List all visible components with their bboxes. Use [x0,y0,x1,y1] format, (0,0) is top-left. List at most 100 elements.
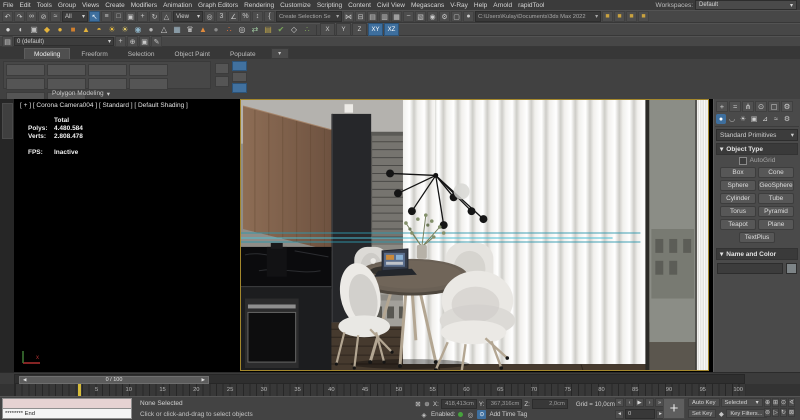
menu-rendering[interactable]: Rendering [241,2,277,9]
export-file-icon[interactable]: ■ [614,11,625,22]
absolute-mode-icon[interactable]: ⊕ [423,400,431,408]
schematic-view-icon[interactable]: ▧ [415,11,426,22]
corona-light-icon[interactable]: ◆ [41,24,53,36]
menu-animation[interactable]: Animation [160,2,195,9]
menu-file[interactable]: File [0,2,16,9]
workspaces-dropdown[interactable]: Default ▾ [695,0,797,10]
obj-btn-plane[interactable]: Plane [758,219,794,230]
helpers-category-icon[interactable]: ⊿ [760,114,770,124]
mesh-icon[interactable]: △ [158,24,170,36]
ribbon-overflow-button[interactable]: ▾ [271,48,289,59]
diamond-tool-icon[interactable]: ◇ [288,24,300,36]
menu-tools[interactable]: Tools [34,2,55,9]
add-selection-to-layer-icon[interactable]: ⊕ [127,36,138,47]
menu-group[interactable]: Group [55,2,79,9]
obj-btn-pyramid[interactable]: Pyramid [758,206,794,217]
status-circle-icon[interactable]: ◎ [466,411,474,419]
select-and-rotate-icon[interactable]: ↻ [149,11,160,22]
orbit-icon[interactable]: ↻ [780,408,787,417]
x-coordinate-field[interactable]: 418,413cm [441,399,477,409]
rendered-frame-window-icon[interactable]: ▢ [451,11,462,22]
edit-named-sets-icon[interactable]: { [264,11,275,22]
ribbon-tab-selection[interactable]: Selection [119,49,164,59]
selection-set-dropdown[interactable]: Selected ▾ [721,398,763,407]
ribbon-button[interactable] [232,72,247,82]
menu-views[interactable]: Views [79,2,102,9]
snap-toggle-icon[interactable]: 3 [216,11,227,22]
menu-v-ray[interactable]: V-Ray [447,2,471,9]
create-panel-tab-icon[interactable]: + [716,101,728,112]
hierarchy-panel-tab-icon[interactable]: ⋔ [742,101,754,112]
ribbon-toggle-icon[interactable]: ▦ [391,11,402,22]
obj-btn-geosphere[interactable]: GeoSphere [758,180,794,191]
ribbon-button[interactable] [129,64,168,76]
scatter-icon[interactable]: ∴ [223,24,235,36]
obj-btn-cylinder[interactable]: Cylinder [720,193,756,204]
macro-recorder-pane[interactable] [2,398,132,409]
ribbon-group-caption[interactable]: Polygon Modeling ▾ [52,90,110,98]
menu-help[interactable]: Help [471,2,490,9]
select-object-icon[interactable]: ↖ [89,11,100,22]
flame-icon[interactable]: ▲ [197,24,209,36]
ribbon-button[interactable] [88,78,127,90]
object-name-field[interactable] [717,263,783,274]
current-frame-field[interactable]: 0 [625,409,655,419]
viewport[interactable]: [ + ] [ Corona Camera004 ] [ Standard ] … [14,99,713,372]
time-slider-handle[interactable]: ◀ 0 / 100 ▶ [19,376,209,384]
obj-btn-box[interactable]: Box [720,167,756,178]
use-pivot-center-icon[interactable]: ◎ [204,11,215,22]
select-and-move-icon[interactable]: + [137,11,148,22]
material-editor-icon[interactable]: ◉ [427,11,438,22]
align-icon[interactable]: ⊟ [355,11,366,22]
axis-z-button[interactable]: Z [352,23,367,36]
previous-frame-button[interactable]: ‹ [625,398,634,407]
menu-megascans[interactable]: Megascans [408,2,447,9]
track-bar[interactable]: 5101520253035404550556065707580859095100 [0,384,800,396]
menu-modifiers[interactable]: Modifiers [128,2,160,9]
proxy-icon[interactable]: ▦ [171,24,183,36]
obj-btn-tube[interactable]: Tube [758,193,794,204]
menu-rapidtool[interactable]: rapidTool [515,2,547,9]
render-production-icon[interactable]: ● [463,11,474,22]
geometry-category-icon[interactable]: ● [716,114,726,124]
corona-sphere-light-icon[interactable]: ● [54,24,66,36]
ribbon-tab-freeform[interactable]: Freeform [72,49,116,59]
menu-scripting[interactable]: Scripting [314,2,345,9]
previous-frame-nub[interactable]: ◀ [23,377,26,383]
object-color-swatch[interactable] [786,263,797,274]
spacewarps-category-icon[interactable]: ≈ [771,114,781,124]
menu-edit[interactable]: Edit [16,2,33,9]
scene-explorer-icon[interactable]: ▤ [367,11,378,22]
frame-down-button[interactable]: ◂ [615,410,624,419]
listener-pane[interactable]: ******** End [2,409,132,419]
next-frame-nub[interactable]: ▶ [202,377,205,383]
ribbon-tab-modeling[interactable]: Modeling [24,48,70,59]
undo-icon[interactable]: ↶ [2,11,13,22]
hdri-environment-icon[interactable]: ◉ [132,24,144,36]
window-crossing-icon[interactable]: ▣ [125,11,136,22]
selection-lock-icon[interactable]: ⊠ [414,400,422,408]
ribbon-tab-object-paint[interactable]: Object Paint [166,49,219,59]
lights-category-icon[interactable]: ☀ [738,114,748,124]
spinner-snap-icon[interactable]: ↕ [252,11,263,22]
go-to-start-button[interactable]: « [615,398,624,407]
autogrid-checkbox[interactable] [739,157,747,165]
physical-camera-icon[interactable]: ◐ [15,24,27,36]
viewport-label[interactable]: [ + ] [ Corona Camera004 ] [ Standard ] … [20,102,188,109]
set-key-button[interactable]: Set Key [688,409,716,418]
render-setup-icon[interactable]: ⚙ [439,11,450,22]
next-frame-button[interactable]: › [645,398,654,407]
reference-coordinate-dropdown[interactable]: View ▾ [173,11,203,22]
key-filters-button[interactable]: Key Filters... [726,409,766,418]
crown-icon[interactable]: ♛ [184,24,196,36]
select-by-name-icon[interactable]: ≡ [101,11,112,22]
light-target-icon[interactable]: ▲ [80,24,92,36]
ribbon-button[interactable] [47,78,86,90]
project-path-field[interactable]: C:\Users\Kulay\Documents\3ds Max 2022 ▾ [475,11,601,22]
axis-xz-button[interactable]: XZ [384,23,399,36]
gray-sphere-icon[interactable]: ● [145,24,157,36]
mirror-icon[interactable]: ⋈ [343,11,354,22]
foliage-icon[interactable]: ∴ [301,24,313,36]
axis-x-button[interactable]: X [320,23,335,36]
archive-file-icon[interactable]: ■ [638,11,649,22]
